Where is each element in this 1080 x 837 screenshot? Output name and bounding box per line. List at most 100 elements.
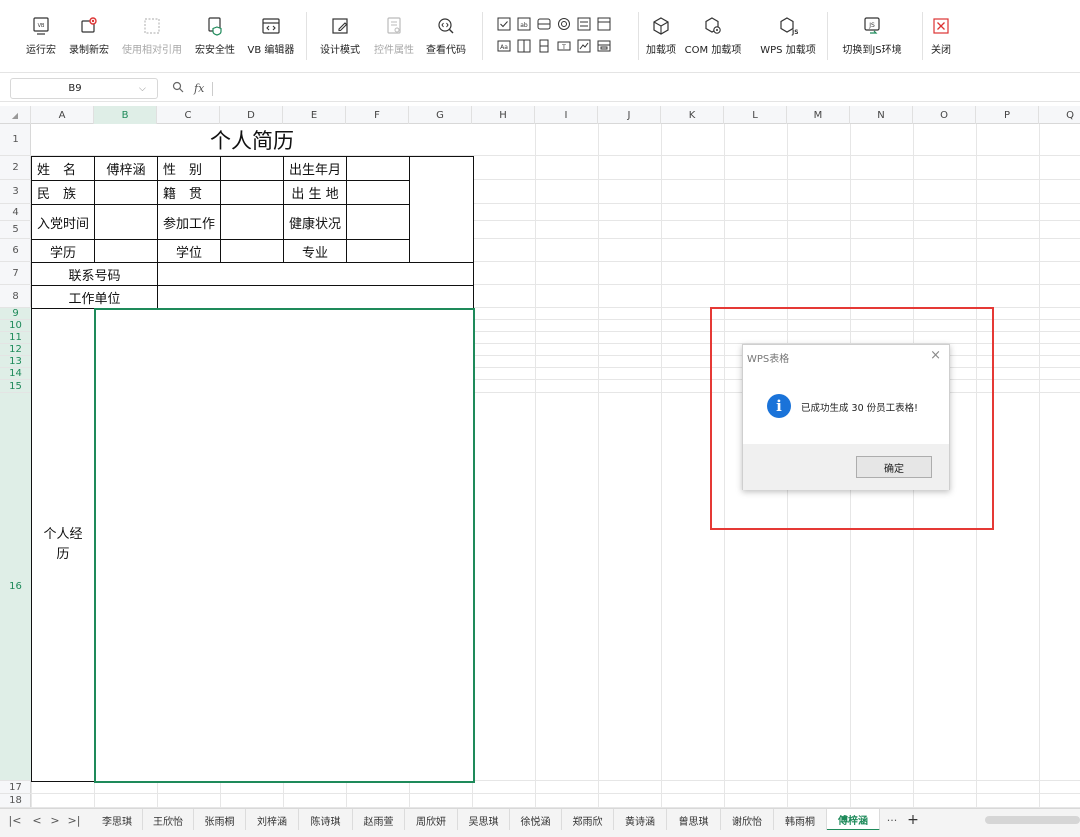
row-header-16[interactable]: 16 <box>0 393 31 781</box>
zoom-search-icon[interactable] <box>172 81 184 96</box>
row-header-11[interactable]: 11 <box>0 332 31 344</box>
label-experience[interactable]: 个人经历 <box>31 308 95 782</box>
value-phone[interactable] <box>157 262 474 286</box>
row-header-1[interactable]: 1 <box>0 124 31 156</box>
row-header-8[interactable]: 8 <box>0 285 31 308</box>
checkbox-control-icon[interactable] <box>497 17 511 31</box>
sheet-nav-last-icon[interactable]: >| <box>66 809 82 831</box>
more-sheets-icon[interactable]: ··· <box>882 809 902 831</box>
combobox-control-icon[interactable] <box>537 17 551 31</box>
chevron-down-icon[interactable]: ⌵ <box>139 84 157 94</box>
ribbon-button-js-environment[interactable]: JS 切换到JS环境 <box>832 0 912 73</box>
label-name[interactable]: 姓 名 <box>31 156 95 181</box>
row-header-18[interactable]: 18 <box>0 794 31 808</box>
column-header-Q[interactable]: Q <box>1039 106 1080 124</box>
value-employer[interactable] <box>157 285 474 309</box>
label-degree[interactable]: 学位 <box>157 239 221 263</box>
sheet-tab[interactable]: 傅梓涵 <box>827 809 880 831</box>
label-education[interactable]: 学历 <box>31 239 95 263</box>
column-header-H[interactable]: H <box>472 106 535 124</box>
formula-input[interactable] <box>219 81 1076 97</box>
value-major[interactable] <box>346 239 410 263</box>
value-health[interactable] <box>346 204 410 240</box>
photo-cell[interactable] <box>409 156 474 263</box>
column-header-F[interactable]: F <box>346 106 409 124</box>
column-header-K[interactable]: K <box>661 106 724 124</box>
label-phone[interactable]: 联系号码 <box>31 262 158 286</box>
sheet-tab[interactable]: 王欣怡 <box>143 809 194 831</box>
sheet-nav-next-icon[interactable]: > <box>47 809 63 831</box>
row-header-10[interactable]: 10 <box>0 320 31 332</box>
resume-title[interactable]: 个人简历 <box>31 124 473 156</box>
ribbon-button-view-code[interactable]: 查看代码 <box>406 0 486 73</box>
value-education[interactable] <box>94 239 158 263</box>
column-header-G[interactable]: G <box>409 106 472 124</box>
image-control-icon[interactable] <box>597 17 611 31</box>
column-header-I[interactable]: I <box>535 106 598 124</box>
row-header-17[interactable]: 17 <box>0 781 31 794</box>
ribbon-button-vb-editor[interactable]: VB 编辑器 <box>231 0 311 73</box>
value-ethnicity[interactable] <box>94 180 158 205</box>
row-header-9[interactable]: 9 <box>0 308 31 320</box>
column-header-E[interactable]: E <box>283 106 346 124</box>
value-name[interactable]: 傅梓涵 <box>94 156 158 181</box>
row-header-14[interactable]: 14 <box>0 368 31 380</box>
sheet-tab[interactable]: 周欣妍 <box>405 809 458 831</box>
label-major[interactable]: 专业 <box>283 239 347 263</box>
select-all-corner[interactable]: ◢ <box>0 106 31 124</box>
ok-button[interactable]: 确定 <box>856 456 932 478</box>
label-birth-date[interactable]: 出生年月 <box>283 156 347 181</box>
column-header-P[interactable]: P <box>976 106 1039 124</box>
listbox-control-icon[interactable] <box>577 17 591 31</box>
column-header-A[interactable]: A <box>31 106 94 124</box>
column-header-B[interactable]: B <box>94 106 157 124</box>
sheet-tab[interactable]: 李思琪 <box>92 809 143 831</box>
sheet-tab[interactable]: 吴思琪 <box>458 809 510 831</box>
row-header-7[interactable]: 7 <box>0 262 31 285</box>
sheet-tab[interactable]: 谢欣怡 <box>721 809 774 831</box>
label-employer[interactable]: 工作单位 <box>31 285 158 309</box>
column-header-C[interactable]: C <box>157 106 220 124</box>
sheet-tab[interactable]: 韩雨桐 <box>774 809 827 831</box>
chart-control-icon[interactable] <box>577 39 591 53</box>
sheet-tab[interactable]: 徐悦涵 <box>510 809 562 831</box>
add-sheet-icon[interactable]: + <box>905 809 921 831</box>
sheet-tab[interactable]: 黄诗涵 <box>614 809 667 831</box>
row-header-15[interactable]: 15 <box>0 380 31 393</box>
radio-control-icon[interactable] <box>557 17 571 31</box>
sheet-tab[interactable]: 刘梓涵 <box>246 809 299 831</box>
column-header-L[interactable]: L <box>724 106 787 124</box>
label-birthplace[interactable]: 出 生 地 <box>283 180 347 205</box>
name-box[interactable]: B9 ⌵ <box>10 78 158 99</box>
ribbon-button-wps-addins[interactable]: JS WPS 加载项 <box>748 0 828 73</box>
sheet-tab[interactable]: 曾思琪 <box>667 809 721 831</box>
label-native-place[interactable]: 籍 贯 <box>157 180 221 205</box>
column-header-M[interactable]: M <box>787 106 850 124</box>
textbox-control-icon[interactable]: ab <box>517 17 531 31</box>
label-ethnicity[interactable]: 民 族 <box>31 180 95 205</box>
fx-icon[interactable]: fx <box>194 82 204 95</box>
sheet-tab[interactable]: 张雨桐 <box>194 809 246 831</box>
value-birth-date[interactable] <box>346 156 410 181</box>
label-gender[interactable]: 性 别 <box>157 156 221 181</box>
value-native-place[interactable] <box>220 180 284 205</box>
sheet-tab[interactable]: 赵雨萱 <box>353 809 405 831</box>
label-party-join-date[interactable]: 入党时间 <box>31 204 95 240</box>
sheet-tab[interactable]: 陈诗琪 <box>299 809 353 831</box>
row-header-3[interactable]: 3 <box>0 180 31 204</box>
toggle-control-icon[interactable]: T <box>557 39 571 53</box>
row-header-5[interactable]: 5 <box>0 221 31 239</box>
row-header-12[interactable]: 12 <box>0 344 31 356</box>
label-health[interactable]: 健康状况 <box>283 204 347 240</box>
dialog-close-icon[interactable]: × <box>930 348 941 363</box>
ribbon-button-com-addins[interactable]: COM 加载项 <box>673 0 753 73</box>
row-header-4[interactable]: 4 <box>0 204 31 221</box>
label-control-icon[interactable]: Aa <box>497 39 511 53</box>
value-gender[interactable] <box>220 156 284 181</box>
row-header-2[interactable]: 2 <box>0 156 31 180</box>
scrollbar-control-icon[interactable] <box>517 39 531 53</box>
column-header-O[interactable]: O <box>913 106 976 124</box>
value-degree[interactable] <box>220 239 284 263</box>
frame-control-icon[interactable] <box>597 39 611 53</box>
value-birthplace[interactable] <box>346 180 410 205</box>
